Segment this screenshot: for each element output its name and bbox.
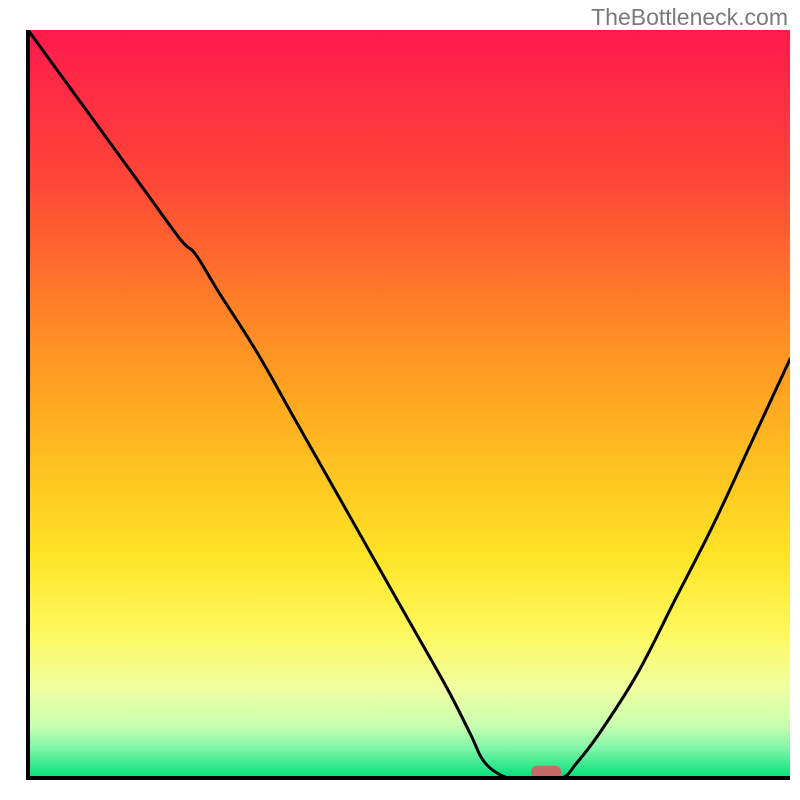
bottleneck-chart	[0, 0, 800, 800]
gradient-background	[28, 30, 790, 778]
chart-container: TheBottleneck.com	[0, 0, 800, 800]
watermark-text: TheBottleneck.com	[591, 4, 788, 31]
